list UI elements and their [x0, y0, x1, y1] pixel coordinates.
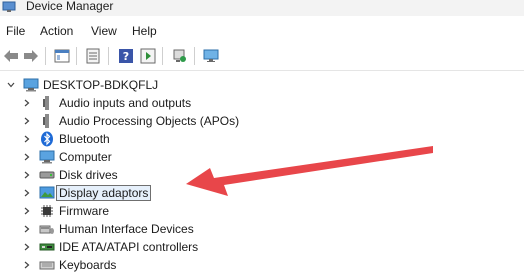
tree-item-audio-processing[interactable]: Audio Processing Objects (APOs)	[21, 112, 239, 130]
tree-root[interactable]: DESKTOP-BDKQFLJ	[5, 76, 158, 94]
tree-item-label-selected: Display adaptors	[56, 185, 152, 201]
controller-icon	[39, 239, 55, 255]
help-button[interactable]: ?	[116, 46, 136, 66]
toolbar: ?	[0, 42, 524, 70]
back-button[interactable]	[1, 46, 21, 66]
menu-bar: File Action View Help	[0, 20, 524, 42]
run-icon	[140, 48, 156, 64]
run-button[interactable]	[138, 46, 158, 66]
toolbar-divider	[0, 70, 524, 71]
tree-item-label: Keyboards	[59, 258, 117, 272]
tree-item-label: Firmware	[59, 204, 109, 218]
back-arrow-icon	[4, 50, 18, 62]
speaker-icon	[39, 95, 55, 111]
device-tree: DESKTOP-BDKQFLJ Audio inputs and outputs…	[0, 72, 524, 274]
forward-arrow-icon	[24, 50, 38, 62]
chevron-right-icon[interactable]	[21, 205, 33, 217]
tree-item-computer[interactable]: Computer	[21, 148, 112, 166]
display-button[interactable]	[201, 46, 221, 66]
svg-text:?: ?	[123, 50, 129, 63]
chip-icon	[39, 203, 55, 219]
chevron-right-icon[interactable]	[21, 151, 33, 163]
toolbar-separator	[108, 47, 109, 65]
show-hide-console-tree-button[interactable]	[52, 46, 72, 66]
menu-file[interactable]: File	[6, 24, 25, 38]
chevron-right-icon[interactable]	[21, 169, 33, 181]
help-icon: ?	[119, 49, 133, 63]
hid-icon	[39, 221, 55, 237]
toolbar-separator	[194, 47, 195, 65]
chevron-right-icon[interactable]	[21, 223, 33, 235]
tree-item-label: Computer	[59, 150, 112, 164]
menu-action[interactable]: Action	[40, 24, 73, 38]
tree-item-keyboards[interactable]: Keyboards	[21, 256, 116, 274]
toolbar-separator	[45, 47, 46, 65]
tree-item-bluetooth[interactable]: Bluetooth	[21, 130, 110, 148]
tree-item-label: Human Interface Devices	[59, 222, 194, 236]
tree-item-label: Bluetooth	[59, 132, 110, 146]
menu-help[interactable]: Help	[132, 24, 157, 38]
chevron-down-icon[interactable]	[5, 79, 17, 91]
tree-item-display-adaptors[interactable]: Display adaptors	[21, 184, 152, 202]
tree-item-audio-inputs[interactable]: Audio inputs and outputs	[21, 94, 191, 112]
tree-root-label: DESKTOP-BDKQFLJ	[43, 78, 159, 92]
properties-icon	[86, 48, 100, 64]
window-title: Device Manager	[26, 0, 114, 13]
tree-item-label: Audio Processing Objects (APOs)	[59, 114, 240, 128]
scan-hardware-button[interactable]	[170, 46, 190, 66]
forward-button[interactable]	[21, 46, 41, 66]
disk-drive-icon	[39, 167, 55, 183]
tree-item-label: Audio inputs and outputs	[59, 96, 192, 110]
speaker-icon	[39, 113, 55, 129]
chevron-right-icon[interactable]	[21, 133, 33, 145]
scan-hardware-icon	[173, 49, 186, 62]
monitor-icon	[39, 149, 55, 165]
bluetooth-icon	[39, 131, 55, 147]
properties-button[interactable]	[83, 46, 103, 66]
chevron-right-icon[interactable]	[21, 97, 33, 109]
display-adapter-icon	[39, 185, 55, 201]
chevron-right-icon[interactable]	[21, 259, 33, 271]
menu-view[interactable]: View	[91, 24, 117, 38]
device-manager-icon	[2, 1, 16, 12]
tree-item-disk-drives[interactable]: Disk drives	[21, 166, 118, 184]
tree-item-label: Disk drives	[59, 168, 118, 182]
title-bar: Device Manager	[0, 0, 524, 16]
tree-item-label: IDE ATA/ATAPI controllers	[59, 240, 199, 254]
toolbar-separator	[76, 47, 77, 65]
tree-item-ide-ata[interactable]: IDE ATA/ATAPI controllers	[21, 238, 198, 256]
chevron-right-icon[interactable]	[21, 187, 33, 199]
chevron-right-icon[interactable]	[21, 115, 33, 127]
display-icon	[203, 49, 219, 62]
show-hide-console-tree-icon	[54, 49, 70, 63]
toolbar-separator	[162, 47, 163, 65]
chevron-right-icon[interactable]	[21, 241, 33, 253]
tree-item-firmware[interactable]: Firmware	[21, 202, 109, 220]
tree-item-hid[interactable]: Human Interface Devices	[21, 220, 194, 238]
keyboard-icon	[39, 257, 55, 273]
computer-icon	[23, 77, 39, 93]
